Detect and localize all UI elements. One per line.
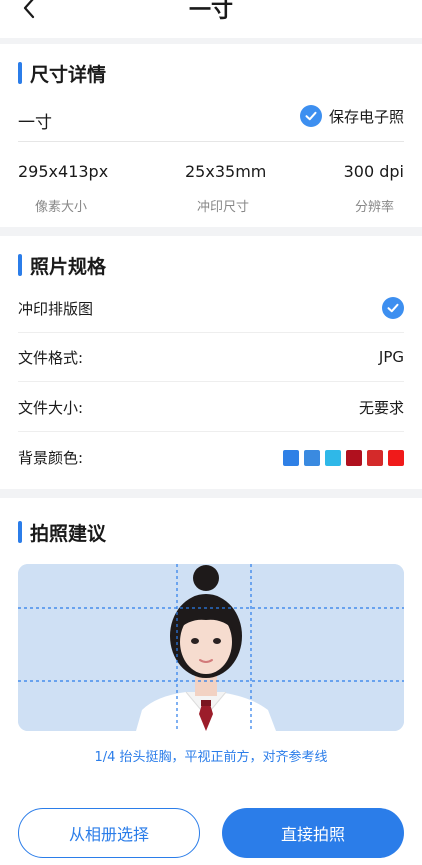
background-color-row: 背景颜色: xyxy=(18,433,404,482)
take-photo-button[interactable]: 直接拍照 xyxy=(222,808,404,858)
divider xyxy=(18,141,404,142)
photo-tip-text: 1/4 抬头挺胸，平视正前方，对齐参考线 xyxy=(94,750,328,765)
background-color-label: 背景颜色: xyxy=(18,449,84,467)
print-layout-label: 冲印排版图 xyxy=(18,299,94,318)
file-size-row: 文件大小: 无要求 xyxy=(18,383,404,432)
pixel-size-label: 像素大小 xyxy=(35,200,88,215)
photo-spec-title: 照片规格 xyxy=(30,255,107,278)
photo-advice-card: 拍照建议 1/4 抬头挺胸，平视正前方，对齐参考线 从相册选择 直接拍照 xyxy=(0,498,422,865)
photo-advice-title: 拍照建议 xyxy=(30,522,107,545)
save-electronic-photo-toggle[interactable]: 保存电子照 xyxy=(299,105,404,127)
print-layout-row[interactable]: 冲印排版图 xyxy=(18,284,404,333)
section-accent-bar xyxy=(18,521,22,543)
background-color-swatch[interactable] xyxy=(325,449,341,466)
sample-photo-guide xyxy=(18,564,404,731)
file-format-label: 文件格式: xyxy=(18,348,84,367)
page-title: 一寸 xyxy=(188,0,233,23)
background-color-swatch[interactable] xyxy=(367,449,383,466)
print-size-label: 冲印尺寸 xyxy=(197,200,250,215)
background-color-swatch[interactable] xyxy=(346,449,362,466)
pixel-size-value: 295x413px xyxy=(18,162,109,181)
section-accent-bar xyxy=(18,254,22,276)
file-format-row: 文件格式: JPG xyxy=(18,333,404,382)
sample-portrait-illustration xyxy=(18,564,404,731)
check-icon[interactable] xyxy=(382,297,404,319)
choose-from-album-button[interactable]: 从相册选择 xyxy=(18,808,200,858)
size-details-heading: 尺寸详情 xyxy=(18,61,107,86)
background-color-swatch[interactable] xyxy=(388,449,404,466)
photo-advice-heading: 拍照建议 xyxy=(18,520,107,545)
background-color-swatch[interactable] xyxy=(283,449,299,466)
resolution-label: 分辨率 xyxy=(354,200,394,215)
size-details-title: 尺寸详情 xyxy=(30,63,107,86)
resolution-value: 300 dpi xyxy=(343,162,404,181)
save-electronic-photo-label: 保存电子照 xyxy=(328,107,404,126)
photo-spec-heading: 照片规格 xyxy=(18,253,107,278)
photo-spec-card: 照片规格 冲印排版图 文件格式: JPG 文件大小: 无要求 背景颜色: xyxy=(0,236,422,489)
size-name: 一寸 xyxy=(18,113,52,133)
section-accent-bar xyxy=(18,62,22,84)
file-size-value: 无要求 xyxy=(358,398,404,417)
check-icon xyxy=(299,105,322,127)
file-format-value: JPG xyxy=(378,348,404,366)
file-size-label: 文件大小: xyxy=(18,398,84,417)
top-bar: 一寸 xyxy=(0,0,422,38)
color-swatches xyxy=(283,449,404,466)
size-details-card: 尺寸详情 一寸 保存电子照 295x413px 像素大小 25x35mm 冲印尺… xyxy=(0,44,422,227)
print-size-value: 25x35mm xyxy=(185,162,267,181)
background-color-swatch[interactable] xyxy=(304,449,320,466)
